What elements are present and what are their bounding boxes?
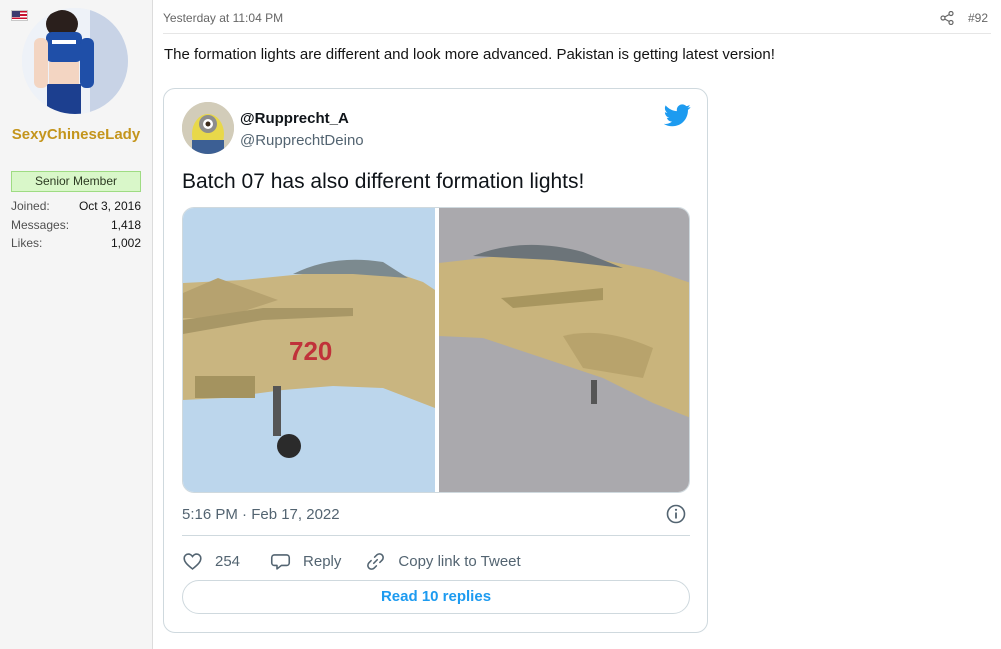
- aircraft-number-720: 720: [289, 336, 332, 366]
- post-number-link[interactable]: #92: [968, 11, 988, 25]
- reply-bubble-icon: [270, 553, 291, 570]
- stat-value: 1,002: [110, 236, 141, 250]
- stat-messages: Messages: 1,418: [11, 216, 141, 235]
- tweet-like-count: 254: [215, 552, 241, 570]
- forum-post: SexyChineseLady Senior Member Joined: Oc…: [0, 0, 1001, 649]
- post-date-link[interactable]: Yesterday at 11:04 PM: [163, 11, 283, 25]
- tweet-photo-right[interactable]: [439, 208, 690, 493]
- tweet-divider: [182, 535, 690, 536]
- tweet-author-handle[interactable]: @RupprechtDeino: [240, 132, 364, 149]
- twitter-bird-icon[interactable]: [664, 104, 691, 127]
- info-icon[interactable]: [666, 504, 686, 524]
- tweet-media-grid[interactable]: 720: [182, 207, 690, 493]
- tweet-actions: 254 Reply Copy link to Tweet: [182, 549, 521, 573]
- stat-label: Likes:: [11, 236, 43, 250]
- stat-label: Messages:: [11, 217, 70, 232]
- stat-likes: Likes: 1,002: [11, 234, 141, 253]
- stat-value: Oct 3, 2016: [78, 199, 141, 213]
- tweet-reply-label: Reply: [303, 552, 342, 570]
- post-user-column: SexyChineseLady Senior Member Joined: Oc…: [0, 0, 153, 649]
- tweet-reply-button[interactable]: Reply: [270, 551, 341, 572]
- user-avatar[interactable]: [22, 8, 128, 114]
- tweet-copy-link-button[interactable]: Copy link to Tweet: [365, 551, 521, 572]
- tweet-text: Batch 07 has also different formation li…: [182, 170, 585, 193]
- tweet-timestamp-link[interactable]: 5:16 PM · Feb 17, 2022: [182, 506, 340, 523]
- link-icon: [367, 552, 385, 570]
- embedded-tweet[interactable]: @Rupprecht_A @RupprechtDeino Batch 07 ha…: [163, 88, 708, 633]
- read-replies-button[interactable]: Read 10 replies: [182, 580, 690, 614]
- tweet-author-avatar[interactable]: [182, 102, 234, 154]
- post-body-text: The formation lights are different and l…: [164, 46, 775, 63]
- tweet-photos: 720: [183, 208, 690, 493]
- tweet-copy-link-label: Copy link to Tweet: [398, 552, 521, 570]
- username-link[interactable]: SexyChineseLady: [8, 124, 144, 146]
- tweet-photo-left[interactable]: 720: [183, 208, 435, 493]
- heart-icon: [183, 552, 202, 570]
- post-header-divider: [163, 33, 991, 34]
- stat-label: Joined:: [11, 199, 50, 213]
- user-rank-badge: Senior Member: [11, 171, 141, 192]
- tweet-like-button[interactable]: 254: [182, 551, 240, 572]
- user-stats: Joined: Oct 3, 2016 Messages: 1,418 Like…: [11, 197, 141, 253]
- us-flag-icon: [11, 10, 28, 21]
- stat-joined: Joined: Oct 3, 2016: [11, 197, 141, 216]
- tweet-author-name[interactable]: @Rupprecht_A: [240, 110, 349, 127]
- share-icon[interactable]: [940, 11, 954, 25]
- stat-value: 1,418: [110, 217, 141, 232]
